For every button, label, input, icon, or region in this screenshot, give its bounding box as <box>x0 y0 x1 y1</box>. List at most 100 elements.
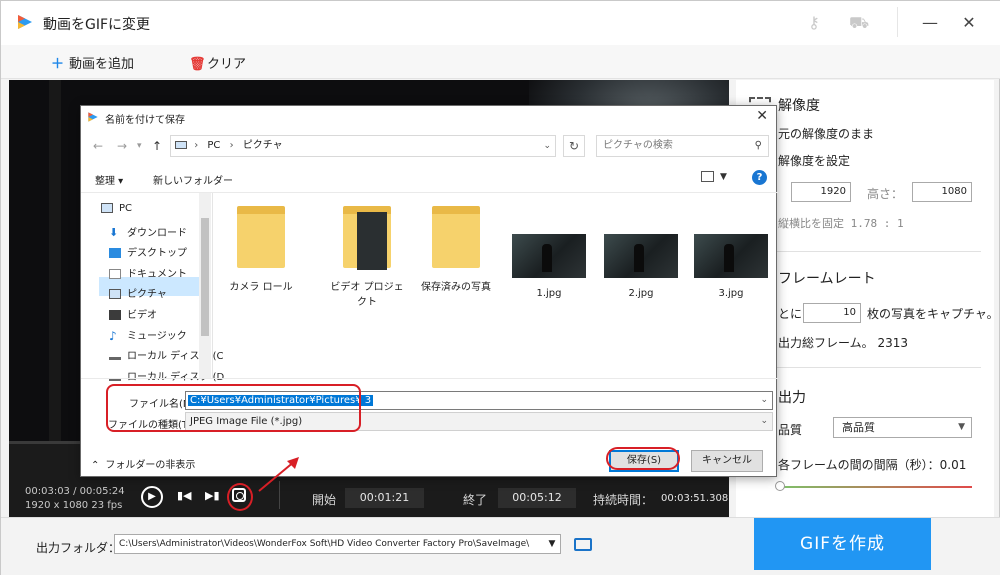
file-name: 3.jpg <box>718 288 744 299</box>
minimize-button[interactable]: — <box>917 11 943 35</box>
chevron-down-icon[interactable]: ▼ <box>544 535 560 553</box>
add-video-button[interactable]: ＋ 動画を追加 <box>51 53 134 72</box>
capture-prefix: とに <box>778 307 803 321</box>
view-options-icon[interactable] <box>701 171 714 182</box>
video-frame-edge <box>49 80 61 441</box>
window-title: 動画をGIFに変更 <box>43 17 151 33</box>
hide-folders-toggle[interactable]: ⌃ フォルダーの非表示 <box>91 456 195 471</box>
duration-value: 00:03:51.308 <box>661 493 729 504</box>
folder-preview-image <box>357 212 387 270</box>
file-item[interactable]: 1.jpg <box>509 234 589 299</box>
width-input[interactable]: 1920 <box>791 182 851 202</box>
filename-dropdown-icon[interactable]: ⌄ <box>760 392 768 409</box>
close-button[interactable]: ✕ <box>956 11 982 35</box>
section-divider-2 <box>776 367 981 368</box>
path-separator: › <box>194 140 199 151</box>
folder-icon <box>432 206 480 268</box>
breadcrumb-pictures[interactable]: ピクチャ <box>243 140 283 151</box>
navigation-pane: PC ⬇ ダウンロード デスクトップ ドキュメント ピクチャ ビデオ ♪ ミュージッ… <box>81 193 224 383</box>
plus-icon: ＋ <box>51 57 65 72</box>
play-button[interactable]: ▶ <box>141 486 163 508</box>
video-info: 1920 x 1080 23 fps <box>25 500 123 511</box>
address-dropdown-icon[interactable]: ⌄ <box>543 136 551 156</box>
open-folder-icon[interactable] <box>574 538 592 551</box>
organize-menu[interactable]: 整理 ▾ <box>95 172 123 187</box>
view-dropdown-icon[interactable]: ▼ <box>720 172 727 182</box>
next-frame-button[interactable]: ▶▮ <box>205 489 220 502</box>
search-input[interactable]: ピクチャの検索 ⚲ <box>596 135 769 157</box>
section-divider <box>776 251 981 252</box>
new-folder-button[interactable]: 新しいフォルダー <box>153 172 233 187</box>
tree-item-documents[interactable]: ドキュメント <box>109 265 187 280</box>
search-icon: ⚲ <box>754 140 762 151</box>
filename-highlight-box <box>106 384 361 432</box>
quality-label: 品質 <box>778 423 803 437</box>
interval-slider-track[interactable] <box>776 486 972 488</box>
recent-chevron-icon[interactable]: ▾ <box>137 141 142 151</box>
cart-icon[interactable]: ⛟ <box>849 13 869 33</box>
breadcrumb-pc[interactable]: PC <box>207 140 220 151</box>
output-folder-field[interactable]: C:\Users\Administrator\Videos\WonderFox … <box>114 534 561 554</box>
dialog-close-button[interactable]: ✕ <box>756 108 768 124</box>
tree-item-pictures[interactable]: ピクチャ <box>109 285 167 300</box>
height-label: 高さ： <box>867 187 904 201</box>
computer-icon <box>101 203 113 213</box>
titlebar-divider <box>897 7 898 37</box>
file-name: 保存済みの写真 <box>421 282 491 293</box>
create-gif-button[interactable]: GIFを作成 <box>754 518 931 570</box>
help-icon[interactable]: ? <box>752 170 767 185</box>
end-time-field[interactable]: 00:05:12 <box>498 488 576 508</box>
refresh-icon: ↻ <box>568 139 580 153</box>
back-arrow-icon[interactable]: ← <box>93 139 103 153</box>
file-item[interactable]: ビデオ プロジェクト <box>327 206 407 308</box>
file-item[interactable]: 2.jpg <box>601 234 681 299</box>
drive-icon <box>109 353 121 360</box>
file-item[interactable]: 3.jpg <box>691 234 771 299</box>
save-highlight-box <box>606 447 680 470</box>
output-header: 出力 <box>778 390 806 406</box>
tree-item-label: ビデオ <box>127 310 157 321</box>
keep-original-option[interactable]: 元の解像度のまま <box>778 125 874 142</box>
snapshot-highlight-circle <box>227 483 253 511</box>
file-name: カメラ ロール <box>229 282 293 293</box>
resolution-header: 解像度 <box>778 98 820 114</box>
tree-item-pc[interactable]: PC <box>101 203 132 214</box>
tree-item-desktop[interactable]: デスクトップ <box>109 244 187 259</box>
tree-scrollbar-thumb[interactable] <box>201 218 209 336</box>
up-arrow-icon[interactable]: ↑ <box>152 139 162 153</box>
chevron-up-icon: ⌃ <box>91 460 100 471</box>
address-bar[interactable]: › PC › ピクチャ ⌄ <box>170 135 556 157</box>
filetype-dropdown-icon[interactable]: ⌄ <box>760 413 768 430</box>
quality-select[interactable]: 高品質 <box>833 417 972 438</box>
folder-icon <box>343 206 391 270</box>
key-icon[interactable]: ⚷ <box>804 13 824 33</box>
tree-item-label: PC <box>119 203 133 214</box>
step-back-icon: ▮◀ <box>177 489 192 502</box>
total-frames-text: 出力総フレーム。 2313 <box>778 336 908 350</box>
refresh-button[interactable]: ↻ <box>563 135 585 157</box>
trash-icon: 🗑 <box>189 57 206 72</box>
tree-item-label: ミュージック <box>127 331 187 342</box>
file-name: 1.jpg <box>536 288 562 299</box>
cancel-button[interactable]: キャンセル <box>691 450 763 472</box>
clear-button[interactable]: 🗑クリア <box>189 53 246 72</box>
capture-count-input[interactable]: 10 <box>803 303 861 323</box>
image-thumbnail <box>694 234 768 278</box>
file-item[interactable]: 保存済みの写真 <box>416 206 496 293</box>
start-time-field[interactable]: 00:01:21 <box>345 488 424 508</box>
file-item[interactable]: カメラ ロール <box>221 206 301 293</box>
forward-arrow-icon[interactable]: → <box>117 139 127 153</box>
tree-item-videos[interactable]: ビデオ <box>109 306 157 321</box>
set-resolution-option[interactable]: 解像度を設定 <box>778 152 850 169</box>
aspect-ratio-lock[interactable]: 縦横比を固定 1.78 : 1 <box>778 215 904 231</box>
app-logo-icon <box>18 15 32 29</box>
tree-item-label: ドキュメント <box>127 269 187 280</box>
tree-item-music[interactable]: ♪ ミュージック <box>109 327 187 342</box>
interval-slider-handle[interactable] <box>775 481 785 491</box>
height-input[interactable]: 1080 <box>912 182 972 202</box>
add-video-label: 動画を追加 <box>69 57 135 72</box>
annotation-arrow-icon <box>258 457 299 492</box>
previous-frame-button[interactable]: ▮◀ <box>177 489 192 502</box>
file-name: 2.jpg <box>628 288 654 299</box>
tree-item-downloads[interactable]: ⬇ ダウンロード <box>109 224 187 239</box>
